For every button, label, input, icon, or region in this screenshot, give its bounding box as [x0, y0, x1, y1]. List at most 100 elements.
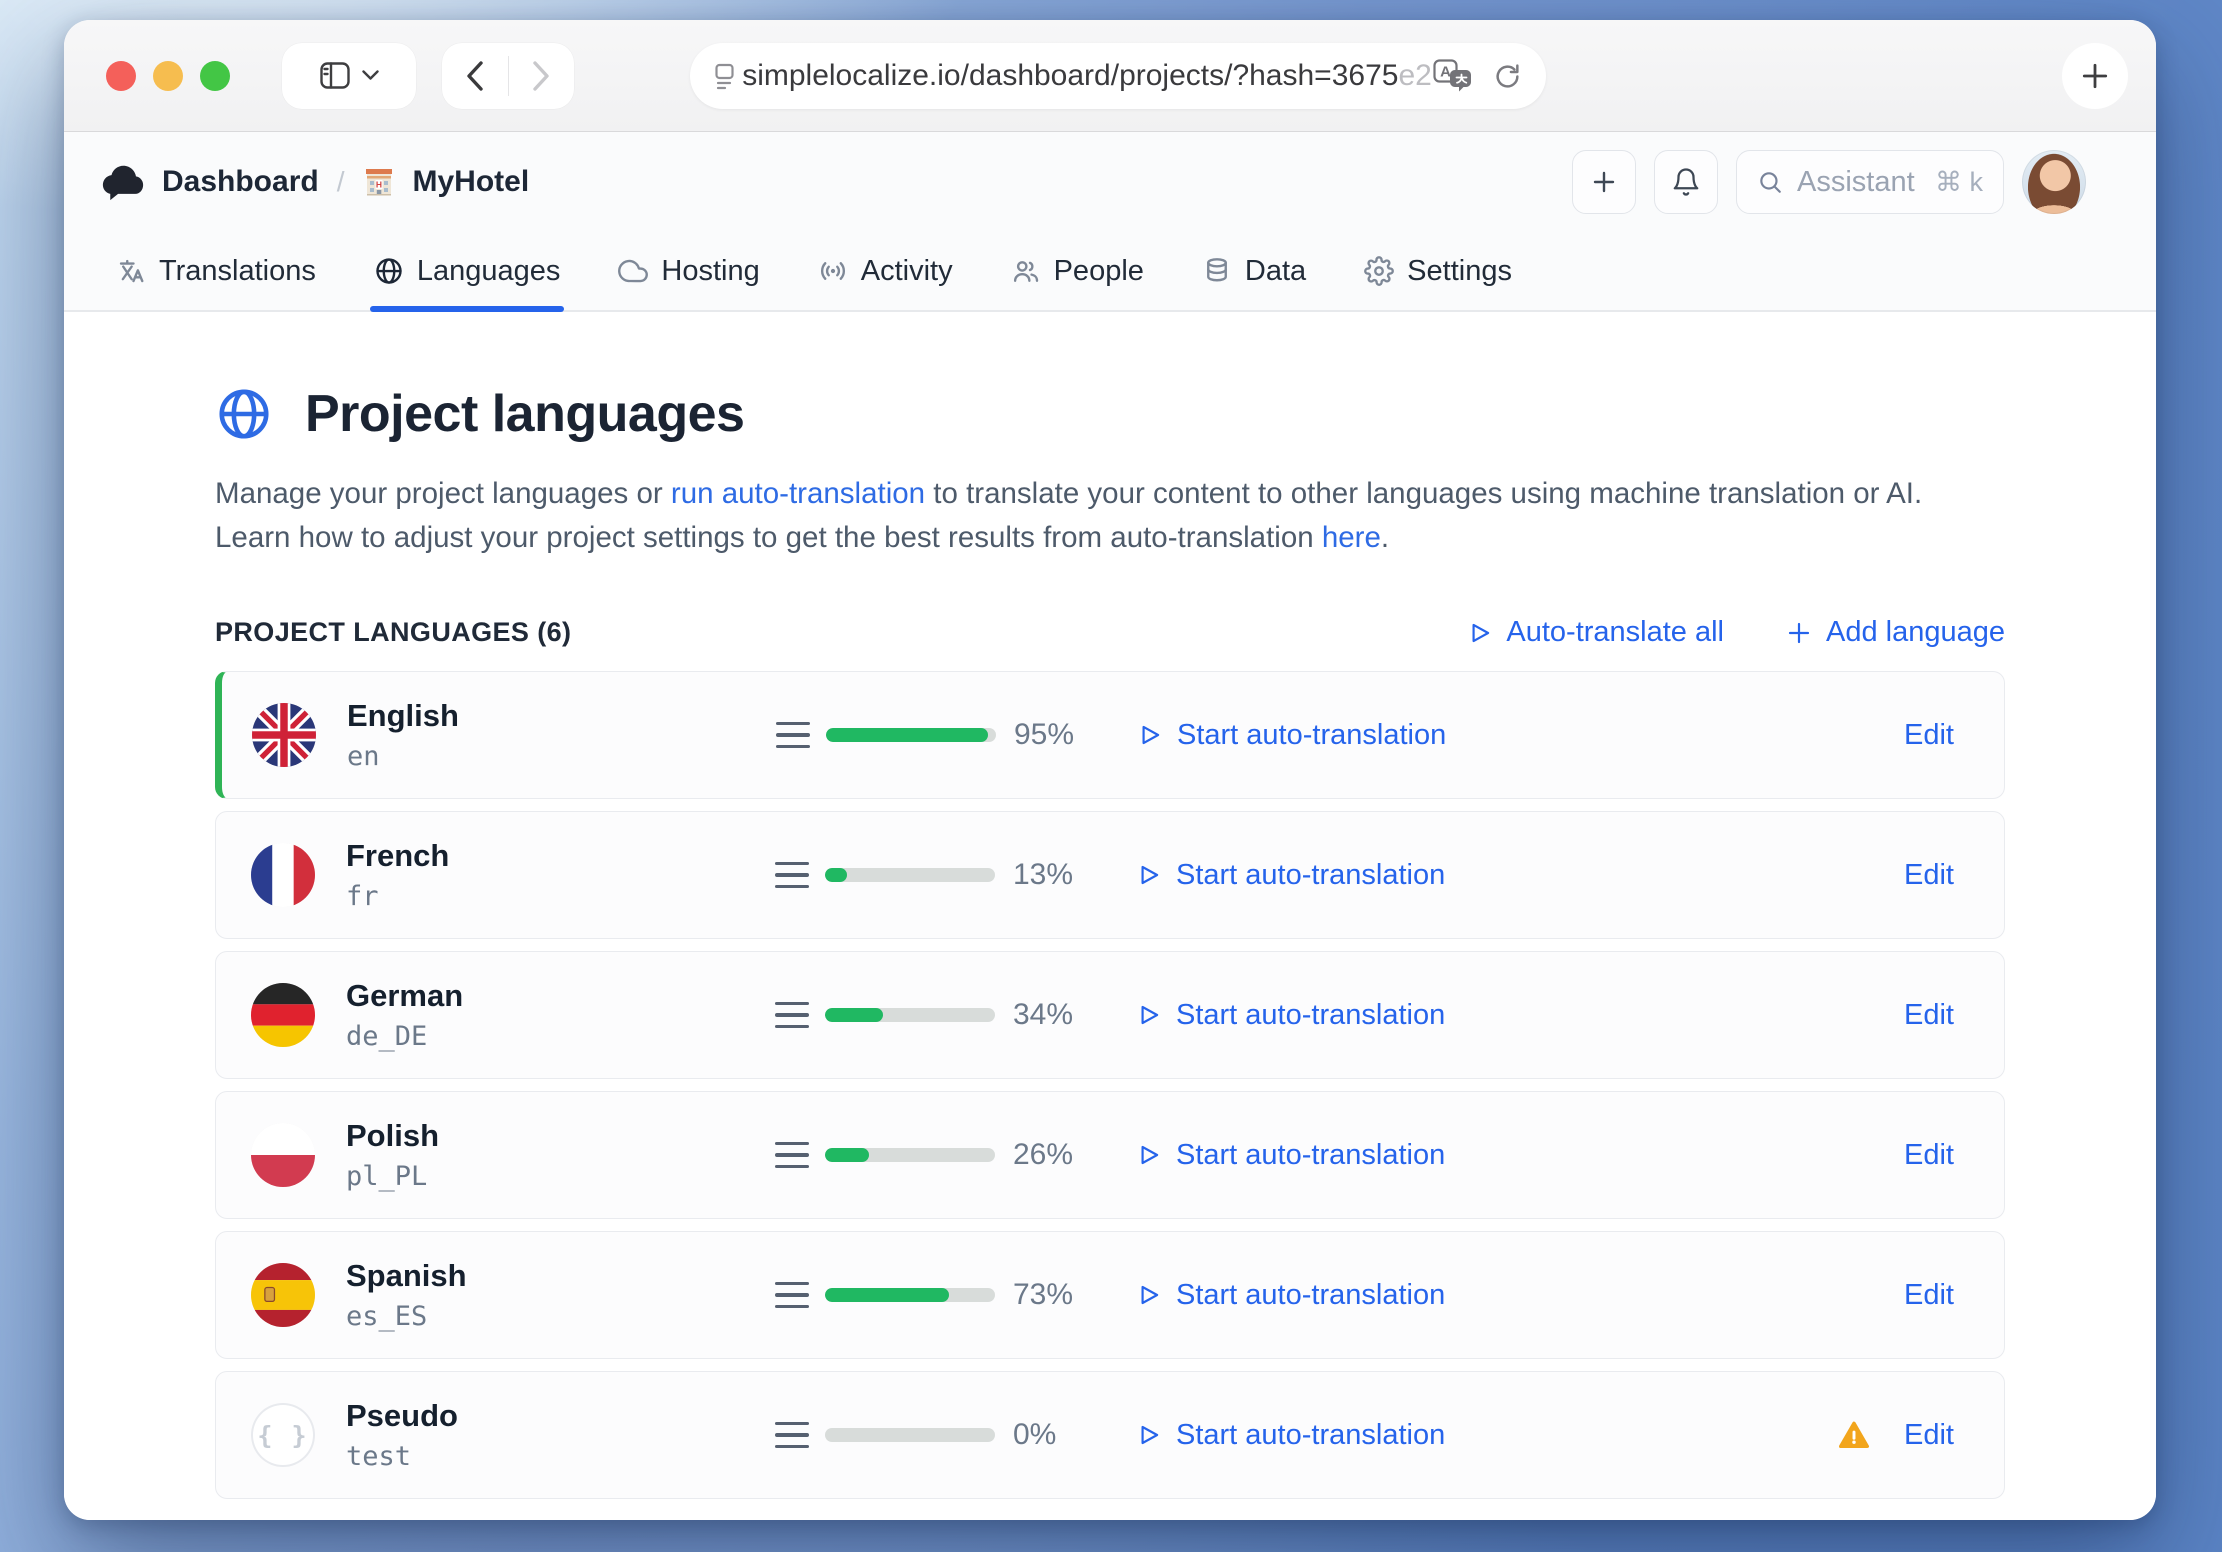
play-icon	[1135, 1422, 1161, 1448]
flag-spain	[251, 1263, 315, 1327]
tab-label: Languages	[417, 255, 561, 288]
intro-text: .	[1381, 521, 1389, 554]
assistant-search-input[interactable]: Assistant ⌘ k	[1736, 150, 2004, 214]
user-avatar[interactable]	[2022, 150, 2086, 214]
app-header: Dashboard / H MyHotel	[64, 132, 2156, 312]
language-name: English	[347, 698, 776, 734]
language-row-french: Frenchfr 13% Start auto-translation Edit	[215, 811, 2005, 939]
gear-icon	[1364, 256, 1394, 286]
edit-link[interactable]: Edit	[1904, 719, 1954, 752]
progress-fill	[825, 1148, 869, 1162]
zoom-window-button[interactable]	[200, 61, 230, 91]
progress-fill	[825, 1008, 883, 1022]
drag-handle[interactable]	[775, 862, 825, 889]
tab-settings[interactable]: Settings	[1364, 232, 1512, 310]
edit-link[interactable]: Edit	[1904, 859, 1954, 892]
browser-window: simplelocalize.io/dashboard/projects/?ha…	[64, 20, 2156, 1520]
tab-activity[interactable]: Activity	[818, 232, 953, 310]
translate-icon	[116, 256, 146, 286]
back-button[interactable]	[442, 43, 508, 109]
sidebar-toggle-button[interactable]	[282, 43, 416, 109]
language-code: en	[347, 741, 776, 772]
start-auto-translation-label: Start auto-translation	[1176, 1139, 1445, 1172]
drag-handle[interactable]	[775, 1282, 825, 1309]
globe-icon	[374, 256, 404, 286]
progress-bar	[825, 868, 995, 882]
warning-icon	[1838, 1419, 1870, 1451]
tab-data[interactable]: Data	[1202, 232, 1306, 310]
run-auto-translation-link[interactable]: run auto-translation	[671, 477, 925, 510]
tab-label: Translations	[159, 255, 316, 288]
progress-fill	[825, 1288, 949, 1302]
language-code: fr	[346, 881, 775, 912]
url-text: simplelocalize.io/dashboard/projects/?ha…	[741, 59, 1433, 93]
start-auto-translation-link[interactable]: Start auto-translation	[1105, 1139, 1904, 1172]
search-shortcut: ⌘ k	[1935, 167, 1983, 198]
language-code: test	[346, 1441, 775, 1472]
start-auto-translation-link[interactable]: Start auto-translation	[1105, 999, 1904, 1032]
start-auto-translation-label: Start auto-translation	[1176, 1279, 1445, 1312]
page-title: Project languages	[305, 384, 744, 444]
translate-page-icon[interactable]: A	[1433, 59, 1473, 93]
edit-link[interactable]: Edit	[1904, 1419, 1954, 1452]
drag-handle[interactable]	[775, 1142, 825, 1169]
forward-icon	[532, 61, 550, 91]
language-row-pseudo: { } Pseudotest 0% Start auto-translation…	[215, 1371, 2005, 1499]
start-auto-translation-link[interactable]: Start auto-translation	[1105, 859, 1904, 892]
people-icon	[1011, 256, 1041, 286]
language-row-spanish: Spanishes_ES 73% Start auto-translation …	[215, 1231, 2005, 1359]
back-icon	[466, 61, 484, 91]
progress-fill	[825, 868, 847, 882]
address-bar[interactable]: simplelocalize.io/dashboard/projects/?ha…	[690, 43, 1546, 109]
progress-bar	[826, 728, 996, 742]
add-project-button[interactable]	[1572, 150, 1636, 214]
edit-link[interactable]: Edit	[1904, 1139, 1954, 1172]
page-description: Manage your project languages or run aut…	[215, 472, 2005, 560]
language-list: English en 95% Start auto-translation Edi…	[215, 671, 2005, 1499]
page-settings-icon	[714, 63, 741, 90]
drag-handle[interactable]	[775, 1422, 825, 1449]
breadcrumb-project[interactable]: MyHotel	[412, 165, 529, 199]
progress-bar	[825, 1148, 995, 1162]
cloud-icon	[618, 256, 648, 286]
play-icon	[1135, 1002, 1161, 1028]
drag-handle[interactable]	[776, 722, 826, 749]
play-icon	[1135, 862, 1161, 888]
progress-percent: 26%	[995, 1138, 1105, 1172]
edit-link[interactable]: Edit	[1904, 999, 1954, 1032]
drag-handle[interactable]	[775, 1002, 825, 1029]
auto-translate-all-button[interactable]: Auto-translate all	[1466, 616, 1724, 649]
tab-languages[interactable]: Languages	[374, 232, 561, 310]
tab-label: Hosting	[661, 255, 759, 288]
tab-hosting[interactable]: Hosting	[618, 232, 759, 310]
breadcrumb-dashboard[interactable]: Dashboard	[162, 165, 319, 199]
hotel-emoji: H	[362, 165, 396, 199]
language-name: Spanish	[346, 1258, 775, 1294]
progress-percent: 34%	[995, 998, 1105, 1032]
new-tab-button[interactable]	[2062, 43, 2128, 109]
svg-text:H: H	[376, 180, 382, 190]
minimize-window-button[interactable]	[153, 61, 183, 91]
tab-people[interactable]: People	[1011, 232, 1144, 310]
bell-icon	[1671, 167, 1701, 197]
pseudo-braces-icon: { }	[251, 1403, 315, 1467]
notifications-button[interactable]	[1654, 150, 1718, 214]
traffic-lights	[106, 61, 230, 91]
flag-united-kingdom	[252, 703, 316, 767]
forward-button[interactable]	[509, 43, 575, 109]
add-language-button[interactable]: Add language	[1786, 616, 2005, 649]
start-auto-translation-link[interactable]: Start auto-translation	[1106, 719, 1904, 752]
auto-translate-all-label: Auto-translate all	[1506, 616, 1724, 649]
breadcrumb-separator: /	[337, 166, 345, 198]
tab-translations[interactable]: Translations	[116, 232, 316, 310]
edit-link[interactable]: Edit	[1904, 1279, 1954, 1312]
chevron-down-icon	[362, 70, 379, 81]
here-link[interactable]: here	[1322, 521, 1381, 554]
language-name: French	[346, 838, 775, 874]
reload-icon[interactable]	[1493, 62, 1522, 91]
tab-label: People	[1054, 255, 1144, 288]
progress-percent: 95%	[996, 718, 1106, 752]
close-window-button[interactable]	[106, 61, 136, 91]
start-auto-translation-link[interactable]: Start auto-translation	[1105, 1279, 1904, 1312]
start-auto-translation-link[interactable]: Start auto-translation	[1105, 1419, 1838, 1452]
